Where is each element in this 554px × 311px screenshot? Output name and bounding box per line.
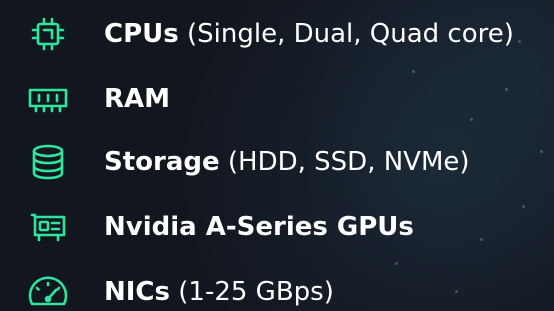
nic-icon — [24, 272, 72, 311]
feature-detail: (Single, Dual, Quad core) — [187, 19, 514, 49]
feature-item-gpus: Nvidia A-Series GPUs — [0, 207, 554, 247]
storage-icon — [24, 142, 72, 182]
feature-text: Nvidia A-Series GPUs — [104, 207, 414, 247]
feature-name: Nvidia A-Series GPUs — [104, 212, 414, 242]
feature-name: Storage — [104, 147, 220, 177]
feature-text: CPUs (Single, Dual, Quad core) — [104, 14, 514, 54]
feature-detail: (1-25 GBps) — [178, 277, 334, 307]
ram-icon — [24, 79, 72, 119]
feature-name: CPUs — [104, 19, 179, 49]
feature-text: RAM — [104, 79, 170, 119]
feature-text: NICs (1-25 GBps) — [104, 272, 334, 311]
cpu-icon — [24, 14, 72, 54]
feature-item-ram: RAM — [0, 79, 554, 119]
feature-name: RAM — [104, 84, 171, 114]
feature-item-cpus: CPUs (Single, Dual, Quad core) — [0, 14, 554, 54]
feature-item-nics: NICs (1-25 GBps) — [0, 272, 554, 311]
feature-item-storage: Storage (HDD, SSD, NVMe) — [0, 142, 554, 182]
feature-detail: (HDD, SSD, NVMe) — [227, 147, 470, 177]
feature-text: Storage (HDD, SSD, NVMe) — [104, 142, 470, 182]
gpu-icon — [24, 207, 72, 247]
feature-list: CPUs (Single, Dual, Quad core) RAM Stora… — [0, 0, 554, 311]
feature-name: NICs — [104, 277, 170, 307]
